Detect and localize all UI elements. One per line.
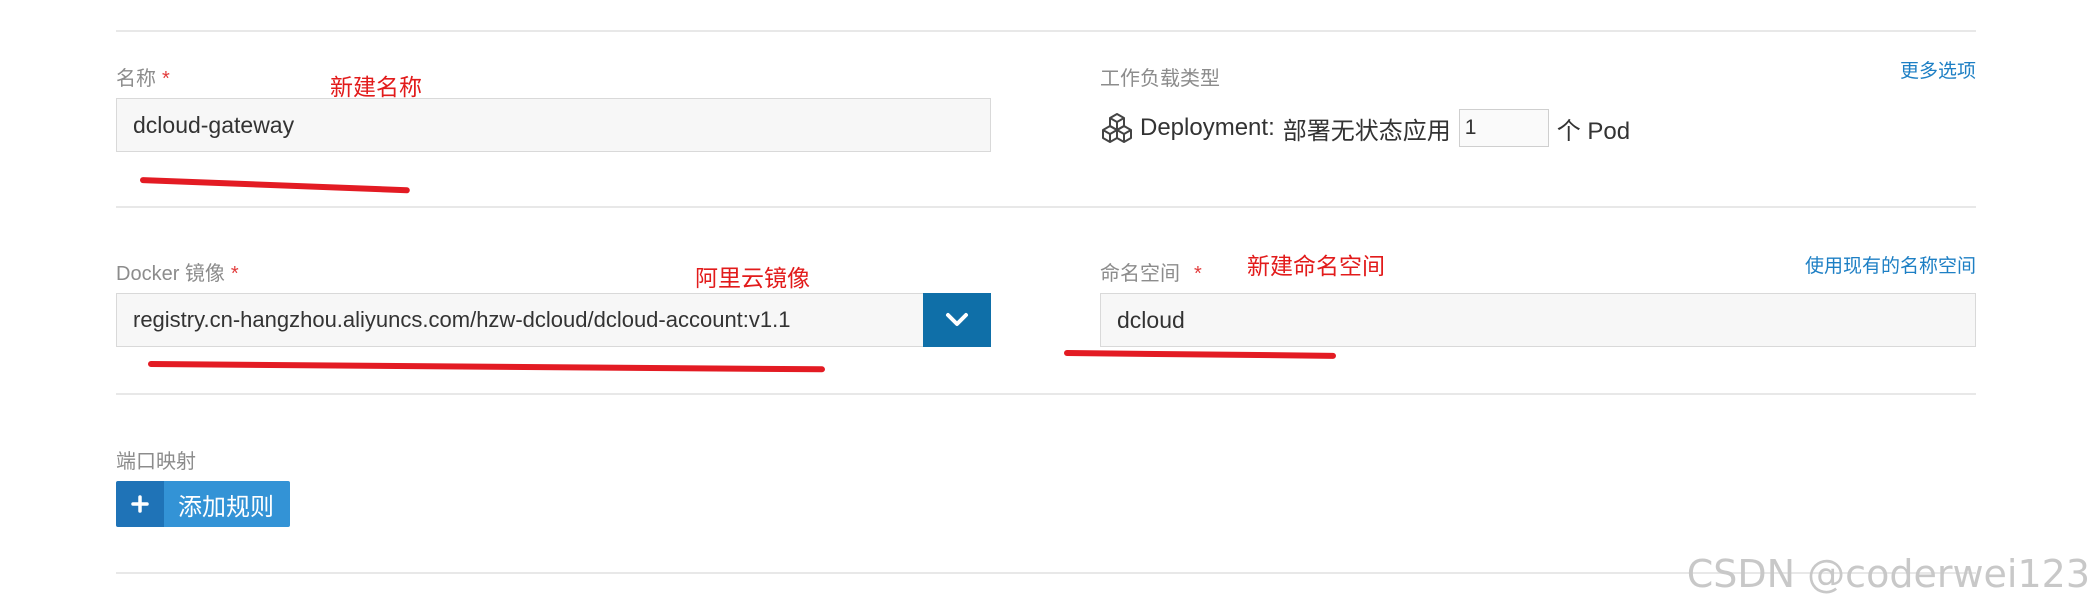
- namespace-annotation: 新建命名空间: [1247, 253, 1385, 279]
- section-divider: [116, 393, 1976, 395]
- port-mapping-label: 端口映射: [116, 451, 196, 473]
- cubes-icon: [1100, 111, 1134, 145]
- name-label: 名称 *: [116, 62, 170, 91]
- pod-unit-label: 个 Pod: [1556, 117, 1631, 145]
- required-mark: *: [230, 263, 239, 285]
- chevron-down-icon: [945, 312, 969, 328]
- namespace-label: 命名空间 *: [1100, 257, 1202, 286]
- deployment-type-label: Deployment:: [1140, 114, 1275, 141]
- pod-count-input[interactable]: 1: [1458, 109, 1549, 147]
- add-rule-label: 添加规则: [164, 481, 290, 527]
- name-underline-annotation: [139, 177, 410, 194]
- required-mark: *: [1194, 263, 1202, 285]
- name-input[interactable]: dcloud-gateway: [116, 98, 991, 152]
- namespace-input[interactable]: dcloud: [1100, 293, 1976, 347]
- create-workload-form: 名称 * 新建名称 dcloud-gateway 工作负载类型 更多选项 Depl…: [0, 0, 2096, 611]
- docker-image-input[interactable]: registry.cn-hangzhou.aliyuncs.com/hzw-dc…: [116, 293, 924, 347]
- section-divider: [116, 30, 1976, 32]
- more-options-link[interactable]: 更多选项: [1900, 56, 1976, 83]
- docker-image-underline-annotation: [147, 361, 826, 373]
- plus-icon: [116, 481, 164, 527]
- add-rule-button[interactable]: 添加规则: [116, 481, 290, 527]
- image-dropdown-button[interactable]: [923, 293, 991, 347]
- name-annotation: 新建名称: [330, 74, 422, 100]
- deployment-desc: 部署无状态应用: [1282, 117, 1451, 145]
- namespace-underline-annotation: [1063, 350, 1337, 359]
- use-existing-namespace-link[interactable]: 使用现有的名称空间: [1805, 251, 1976, 278]
- namespace-label-text: 命名空间: [1100, 263, 1180, 285]
- docker-image-label: Docker 镜像 *: [116, 257, 239, 286]
- required-mark: *: [162, 68, 170, 90]
- docker-image-annotation: 阿里云镜像: [695, 265, 810, 291]
- workload-type-label: 工作负载类型: [1100, 68, 1220, 90]
- deployment-row: Deployment: 部署无状态应用 1 个 Pod: [1100, 106, 1630, 150]
- name-label-text: 名称: [116, 68, 156, 90]
- watermark: CSDN @coderwei123: [1686, 552, 2090, 596]
- section-divider: [116, 206, 1976, 208]
- docker-image-label-text: Docker 镜像: [116, 263, 225, 285]
